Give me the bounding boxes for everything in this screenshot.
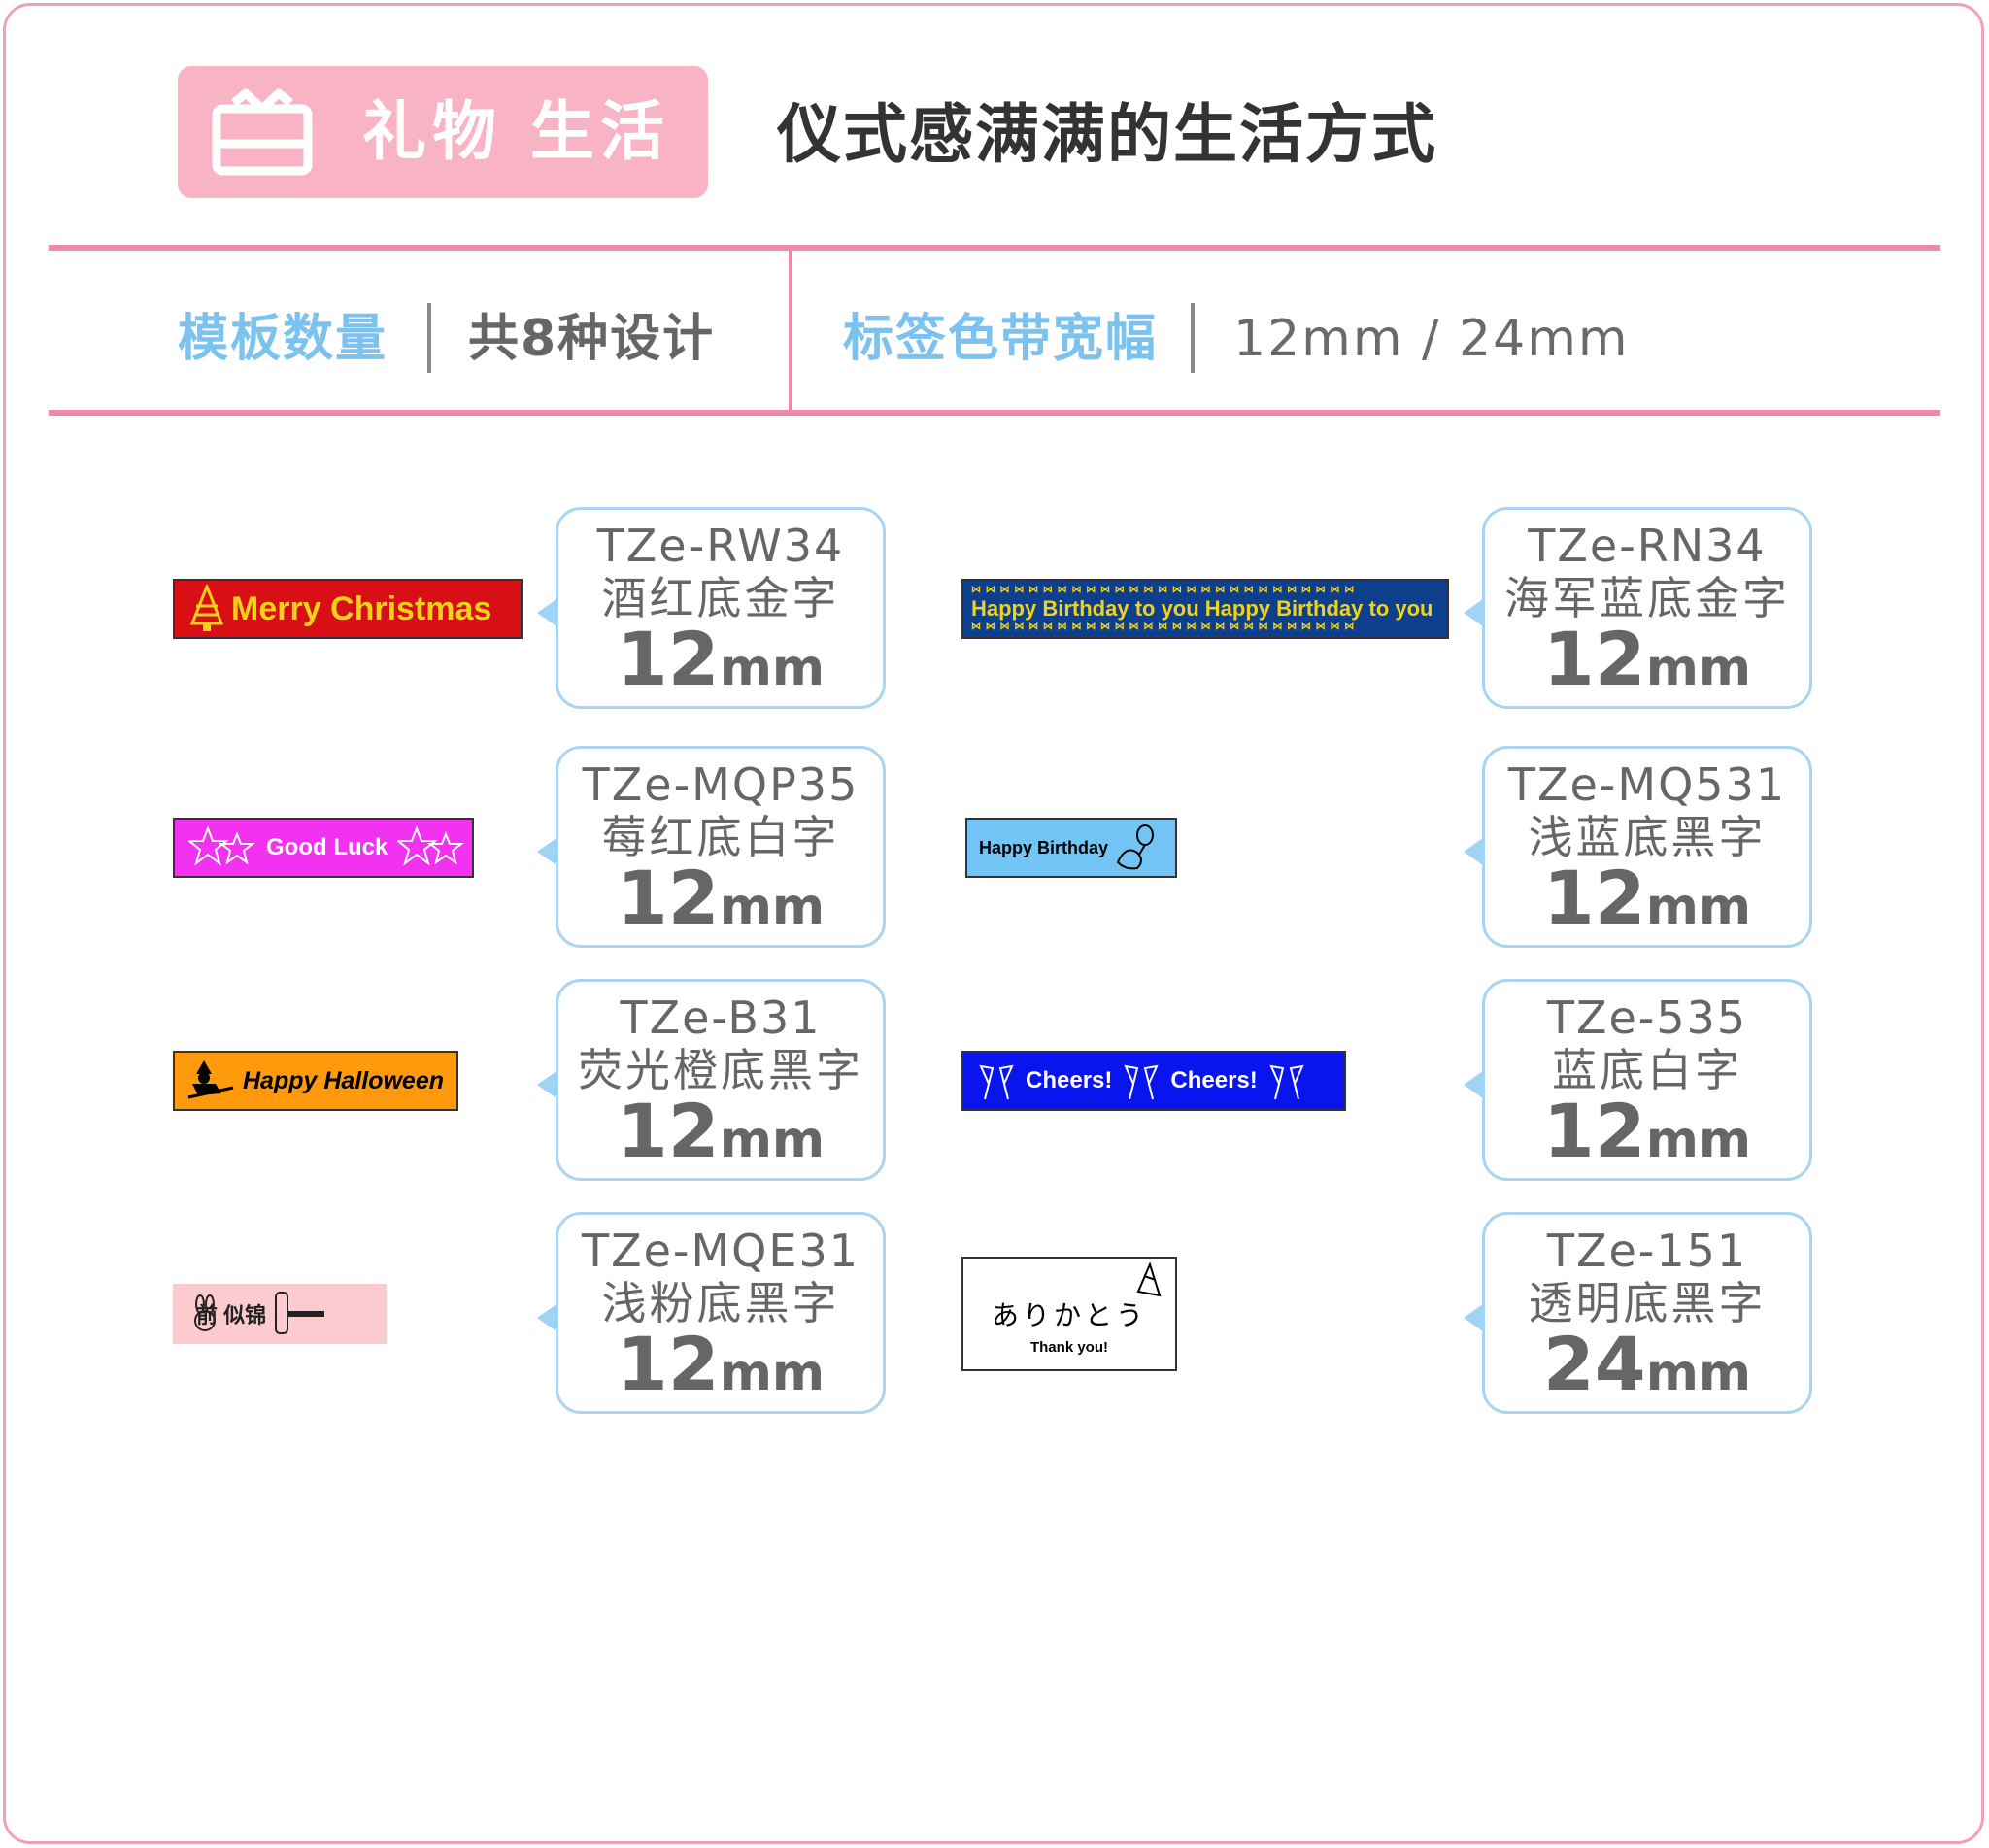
tape-sample-happy-birthday-blue: Happy Birthday xyxy=(965,818,1177,878)
divider-bottom xyxy=(49,410,1940,416)
bow-icon: ⋈ ⋈ ⋈ ⋈ ⋈ ⋈ ⋈ ⋈ ⋈ ⋈ ⋈ ⋈ ⋈ ⋈ ⋈ ⋈ ⋈ ⋈ ⋈ ⋈ … xyxy=(971,585,1356,595)
product-callout: TZe-RN34 海军蓝底金字 12mm xyxy=(1464,507,1812,709)
tape-text: Happy Birthday to you Happy Birthday to … xyxy=(971,596,1433,621)
christmas-tree-icon xyxy=(189,585,224,631)
product-code: TZe-MQE31 xyxy=(581,1225,860,1277)
product-width: 12mm xyxy=(616,855,826,941)
champagne-glasses-icon xyxy=(979,1064,1014,1100)
product-callout: TZe-RW34 酒红底金字 12mm xyxy=(537,507,886,709)
tape-sample-happy-halloween: Happy Halloween xyxy=(173,1051,458,1111)
product-description: 透明底黑字 xyxy=(1528,1277,1767,1329)
pointer-arrow xyxy=(1464,1071,1483,1098)
pointer-arrow xyxy=(1464,838,1483,865)
tape-subtext: Thank you! xyxy=(1029,1338,1108,1356)
gift-box-icon xyxy=(212,88,313,176)
template-count-value: 共8种设计 xyxy=(468,310,716,368)
product-description: 荧光橙底黑字 xyxy=(578,1044,863,1096)
pointer-arrow xyxy=(1464,599,1483,626)
category-label: 礼物 生活 xyxy=(362,94,670,169)
product-code: TZe-RW34 xyxy=(596,520,845,572)
product-description: 浅粉底黑字 xyxy=(601,1277,840,1329)
tape-width-value: 12mm / 24mm xyxy=(1233,310,1630,368)
product-width: 24mm xyxy=(1542,1321,1752,1407)
pointer-arrow xyxy=(537,1304,556,1331)
category-badge: 礼物 生活 xyxy=(178,66,708,198)
tape-sample-pink-greeting: 前 似锦 xyxy=(173,1284,387,1344)
product-width: 12mm xyxy=(616,1321,826,1407)
product-callout: TZe-151 透明底黑字 24mm xyxy=(1464,1212,1812,1414)
star-icon xyxy=(188,825,255,866)
bow-icon: ⋈ ⋈ ⋈ ⋈ ⋈ ⋈ ⋈ ⋈ ⋈ ⋈ ⋈ ⋈ ⋈ ⋈ ⋈ ⋈ ⋈ ⋈ ⋈ ⋈ … xyxy=(971,622,1356,632)
product-callout: TZe-MQ531 浅蓝底黑字 12mm xyxy=(1464,746,1812,948)
product-description: 浅蓝底黑字 xyxy=(1528,811,1767,863)
product-callout: TZe-MQP35 莓红底白字 12mm xyxy=(537,746,886,948)
tape-sample-thank-you: ありかとう Thank you! xyxy=(961,1257,1177,1371)
tape-sample-happy-birthday-navy: ⋈ ⋈ ⋈ ⋈ ⋈ ⋈ ⋈ ⋈ ⋈ ⋈ ⋈ ⋈ ⋈ ⋈ ⋈ ⋈ ⋈ ⋈ ⋈ ⋈ … xyxy=(961,579,1449,639)
product-code: TZe-MQP35 xyxy=(582,758,860,811)
tape-text-2: Cheers! xyxy=(1170,1067,1258,1093)
tape-text: Good Luck xyxy=(266,834,388,860)
page-headline: 仪式感满满的生活方式 xyxy=(777,97,1437,172)
dinosaur-balloon-icon xyxy=(1116,824,1155,870)
tape-text: Merry Christmas xyxy=(231,589,492,627)
product-width: 12mm xyxy=(1542,616,1752,702)
product-width: 12mm xyxy=(616,1088,826,1174)
pointer-arrow xyxy=(537,599,556,626)
pointer-arrow xyxy=(537,838,556,865)
product-callout: TZe-MQE31 浅粉底黑字 12mm xyxy=(537,1212,886,1414)
product-description: 酒红底金字 xyxy=(601,572,840,624)
product-description: 蓝底白字 xyxy=(1552,1044,1742,1096)
tape-sample-cheers: Cheers! Cheers! xyxy=(961,1051,1346,1111)
party-hat-icon xyxy=(1136,1262,1162,1297)
divider-top xyxy=(49,245,1940,251)
product-callout: TZe-B31 荧光橙底黑字 12mm xyxy=(537,979,886,1181)
info-separator xyxy=(1191,303,1195,373)
template-count-label: 模板数量 xyxy=(178,310,388,368)
pointer-arrow xyxy=(1464,1304,1483,1331)
product-code: TZe-MQ531 xyxy=(1507,758,1787,811)
tape-text: Happy Birthday xyxy=(979,837,1109,857)
product-code: TZe-B31 xyxy=(620,991,822,1044)
tape-text: ありかとう xyxy=(991,1299,1147,1330)
product-description: 海军蓝底金字 xyxy=(1504,572,1790,624)
product-width: 12mm xyxy=(616,616,826,702)
rabbit-icon xyxy=(194,1294,217,1331)
product-code: TZe-151 xyxy=(1546,1225,1748,1277)
paint-roller-icon xyxy=(275,1292,325,1334)
tape-text: Cheers! xyxy=(1026,1067,1113,1093)
product-width: 12mm xyxy=(1542,855,1752,941)
product-code: TZe-RN34 xyxy=(1528,520,1767,572)
tape-sample-merry-christmas: Merry Christmas xyxy=(173,579,523,639)
star-icon xyxy=(397,825,465,866)
info-separator xyxy=(427,303,431,373)
product-callout: TZe-535 蓝底白字 12mm xyxy=(1464,979,1812,1181)
tape-text: Happy Halloween xyxy=(243,1066,444,1094)
witch-icon xyxy=(187,1060,234,1099)
champagne-glasses-icon xyxy=(1269,1064,1304,1100)
product-code: TZe-535 xyxy=(1546,991,1748,1044)
product-width: 12mm xyxy=(1542,1088,1752,1174)
tape-sample-good-luck: Good Luck xyxy=(173,818,474,878)
product-description: 莓红底白字 xyxy=(601,811,840,863)
pointer-arrow xyxy=(537,1071,556,1098)
divider-vertical xyxy=(789,251,792,410)
champagne-glasses-icon xyxy=(1124,1064,1160,1100)
tape-width-label: 标签色带宽幅 xyxy=(843,310,1159,368)
